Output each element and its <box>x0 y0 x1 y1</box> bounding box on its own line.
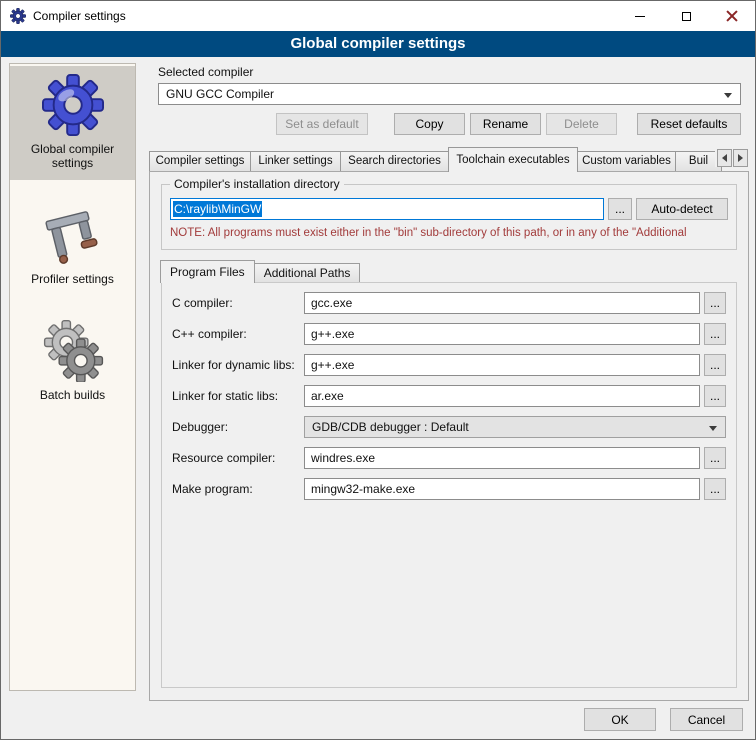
installation-directory-input[interactable]: C:\raylib\MinGW <box>170 198 604 220</box>
c-compiler-browse-button[interactable]: ... <box>704 292 726 314</box>
tab-scroll-left-button[interactable] <box>717 149 732 167</box>
static-linker-input[interactable]: ar.exe <box>304 385 700 407</box>
debugger-label: Debugger: <box>172 420 304 434</box>
make-program-row: Make program: mingw32-make.exe ... <box>172 478 726 500</box>
c-compiler-row: C compiler: gcc.exe ... <box>172 292 726 314</box>
minimize-button[interactable] <box>617 1 663 31</box>
sidebar-item-batch-builds[interactable]: Batch builds <box>10 312 135 412</box>
auto-detect-button[interactable]: Auto-detect <box>636 198 728 220</box>
compiler-settings-window: Compiler settings Global compiler settin… <box>0 0 756 740</box>
tab-additional-paths[interactable]: Additional Paths <box>255 263 361 282</box>
sidebar-item-label: Profiler settings <box>31 272 114 286</box>
titlebar: Compiler settings <box>1 1 755 31</box>
resource-compiler-label: Resource compiler: <box>172 451 304 465</box>
debugger-select[interactable]: GDB/CDB debugger : Default <box>304 416 726 438</box>
debugger-select-value: GDB/CDB debugger : Default <box>312 420 469 434</box>
arrow-left-icon <box>722 154 727 162</box>
gear-icon <box>42 74 104 136</box>
installation-directory-group-title: Compiler's installation directory <box>170 177 344 191</box>
window-title: Compiler settings <box>33 9 126 23</box>
minimize-icon <box>635 16 645 17</box>
sidebar-item-global-compiler-settings[interactable]: Global compiler settings <box>10 66 135 180</box>
debugger-row: Debugger: GDB/CDB debugger : Default <box>172 416 726 438</box>
make-program-label: Make program: <box>172 482 304 496</box>
app-icon <box>10 8 26 24</box>
bin-subdirectory-note: NOTE: All programs must exist either in … <box>170 227 734 239</box>
make-program-browse-button[interactable]: ... <box>704 478 726 500</box>
tab-program-files[interactable]: Program Files <box>160 260 255 283</box>
dynamic-linker-browse-button[interactable]: ... <box>704 354 726 376</box>
maximize-button[interactable] <box>663 1 709 31</box>
set-as-default-button: Set as default <box>276 113 368 135</box>
tab-linker-settings[interactable]: Linker settings <box>251 151 341 171</box>
program-tabs: Program Files Additional Paths <box>161 260 360 282</box>
profiler-tool-icon <box>42 204 104 266</box>
dialog-header: Global compiler settings <box>1 31 755 57</box>
delete-button: Delete <box>546 113 617 135</box>
static-linker-row: Linker for static libs: ar.exe ... <box>172 385 726 407</box>
compiler-select-value: GNU GCC Compiler <box>166 84 274 104</box>
resource-compiler-row: Resource compiler: windres.exe ... <box>172 447 726 469</box>
resource-compiler-browse-button[interactable]: ... <box>704 447 726 469</box>
tab-scroll-buttons <box>715 149 748 167</box>
c-compiler-input[interactable]: gcc.exe <box>304 292 700 314</box>
static-linker-label: Linker for static libs: <box>172 389 304 403</box>
cpp-compiler-label: C++ compiler: <box>172 327 304 341</box>
window-controls <box>617 1 755 31</box>
make-program-input[interactable]: mingw32-make.exe <box>304 478 700 500</box>
sidebar-item-profiler-settings[interactable]: Profiler settings <box>10 196 135 296</box>
installation-directory-value: C:\raylib\MinGW <box>173 201 262 217</box>
sidebar-item-label: Global compiler settings <box>12 142 133 170</box>
c-compiler-label: C compiler: <box>172 296 304 310</box>
tab-custom-variables[interactable]: Custom variables <box>578 151 676 171</box>
static-linker-browse-button[interactable]: ... <box>704 385 726 407</box>
rename-button[interactable]: Rename <box>470 113 541 135</box>
gears-icon <box>42 320 104 382</box>
copy-button[interactable]: Copy <box>394 113 465 135</box>
reset-defaults-button[interactable]: Reset defaults <box>637 113 741 135</box>
sidebar-item-label: Batch builds <box>40 388 105 402</box>
cpp-compiler-browse-button[interactable]: ... <box>704 323 726 345</box>
cpp-compiler-row: C++ compiler: g++.exe ... <box>172 323 726 345</box>
installation-directory-group: Compiler's installation directory C:\ray… <box>161 184 737 250</box>
dialog-buttons: OK Cancel <box>584 708 743 731</box>
tab-scroll-right-button[interactable] <box>733 149 748 167</box>
close-icon <box>726 10 738 22</box>
category-sidebar: Global compiler settings Profiler settin… <box>9 63 136 691</box>
resource-compiler-input[interactable]: windres.exe <box>304 447 700 469</box>
arrow-right-icon <box>738 154 743 162</box>
chevron-down-icon <box>724 93 732 98</box>
maximize-icon <box>682 12 691 21</box>
toolchain-executables-panel: Compiler's installation directory C:\ray… <box>149 171 749 701</box>
dynamic-linker-input[interactable]: g++.exe <box>304 354 700 376</box>
tab-compiler-settings[interactable]: Compiler settings <box>149 151 251 171</box>
selected-compiler-label: Selected compiler <box>158 65 253 79</box>
installation-directory-browse-button[interactable]: ... <box>608 198 632 220</box>
cpp-compiler-input[interactable]: g++.exe <box>304 323 700 345</box>
ok-button[interactable]: OK <box>584 708 656 731</box>
installation-directory-row: C:\raylib\MinGW ... Auto-detect <box>170 198 728 220</box>
program-files-panel: C compiler: gcc.exe ... C++ compiler: g+… <box>161 282 737 688</box>
compiler-select[interactable]: GNU GCC Compiler <box>158 83 741 105</box>
dynamic-linker-row: Linker for dynamic libs: g++.exe ... <box>172 354 726 376</box>
cancel-button[interactable]: Cancel <box>670 708 743 731</box>
chevron-down-icon <box>709 426 717 431</box>
tab-search-directories[interactable]: Search directories <box>341 151 449 171</box>
close-button[interactable] <box>709 1 755 31</box>
dynamic-linker-label: Linker for dynamic libs: <box>172 358 304 372</box>
tab-toolchain-executables[interactable]: Toolchain executables <box>448 147 578 172</box>
compiler-actions: Set as default Copy Rename Delete Reset … <box>158 113 741 135</box>
settings-tabs: Compiler settings Linker settings Search… <box>149 147 749 171</box>
